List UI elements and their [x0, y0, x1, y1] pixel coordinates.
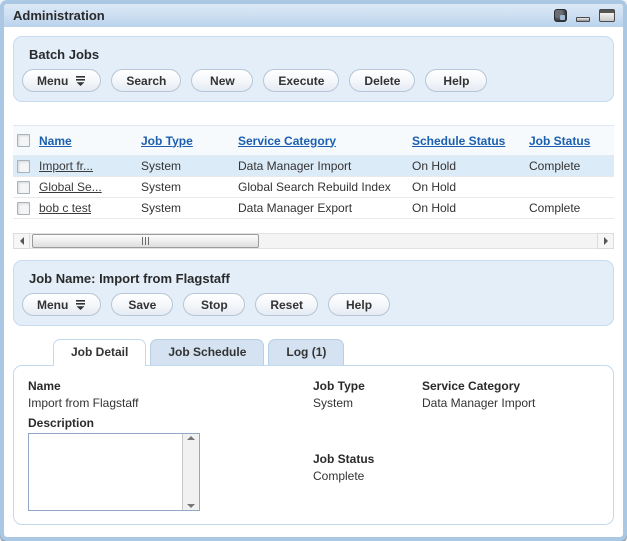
- stop-button[interactable]: Stop: [183, 293, 245, 316]
- batch-jobs-title: Batch Jobs: [29, 47, 605, 62]
- scroll-down-icon[interactable]: [187, 504, 195, 508]
- batch-jobs-panel: Batch Jobs Menu Search New Execute Delet…: [13, 36, 614, 102]
- titlebar: Administration: [4, 4, 623, 27]
- job-type-label: Job Type: [313, 379, 408, 393]
- window-content: Batch Jobs Menu Search New Execute Delet…: [4, 27, 623, 525]
- help-button[interactable]: Help: [328, 293, 390, 316]
- menu-button-label: Menu: [37, 74, 68, 88]
- service-category-cell: Global Search Rebuild Index: [238, 180, 412, 194]
- table-row[interactable]: Import fr... System Data Manager Import …: [13, 156, 614, 177]
- scroll-up-icon[interactable]: [187, 436, 195, 440]
- job-type-cell: System: [141, 159, 238, 173]
- table-header-row: Name Job Type Service Category Schedule …: [13, 125, 614, 156]
- job-type-value: System: [313, 396, 408, 410]
- job-type-cell: System: [141, 180, 238, 194]
- administration-window: Administration Batch Jobs Menu Search: [0, 0, 627, 541]
- schedule-status-cell: On Hold: [412, 180, 529, 194]
- name-value: Import from Flagstaff: [28, 396, 313, 410]
- column-header-job-type[interactable]: Job Type: [141, 134, 193, 148]
- scrollbar-thumb[interactable]: [32, 234, 259, 248]
- tab-job-detail[interactable]: Job Detail: [53, 339, 146, 366]
- window-title: Administration: [13, 8, 554, 23]
- search-button[interactable]: Search: [111, 69, 181, 92]
- service-category-label: Service Category: [422, 379, 599, 393]
- schedule-status-cell: On Hold: [412, 159, 529, 173]
- delete-button[interactable]: Delete: [349, 69, 415, 92]
- minimize-icon[interactable]: [576, 17, 590, 22]
- detail-column-right: Service Category Data Manager Import: [422, 379, 599, 511]
- help-button[interactable]: Help: [425, 69, 487, 92]
- job-status-cell: Complete: [529, 159, 614, 173]
- job-status-label: Job Status: [313, 452, 408, 466]
- execute-button[interactable]: Execute: [263, 69, 339, 92]
- maximize-icon[interactable]: [599, 9, 615, 22]
- description-textarea[interactable]: [28, 433, 200, 511]
- textarea-scrollbar[interactable]: [182, 434, 199, 510]
- job-name-title: Job Name: Import from Flagstaff: [29, 271, 605, 286]
- menu-dropdown-icon: [75, 300, 86, 310]
- scroll-right-icon: [604, 237, 608, 245]
- description-text[interactable]: [29, 434, 182, 510]
- detail-tabs: Job Detail Job Schedule Log (1): [53, 339, 614, 365]
- scrollbar-track[interactable]: [30, 233, 597, 249]
- table-filler: [13, 219, 614, 228]
- row-checkbox[interactable]: [17, 202, 30, 215]
- job-status-cell: Complete: [529, 201, 614, 215]
- service-category-cell: Data Manager Export: [238, 201, 412, 215]
- menu-button-label: Menu: [37, 298, 68, 312]
- horizontal-scrollbar[interactable]: [13, 233, 614, 249]
- job-type-cell: System: [141, 201, 238, 215]
- detail-column-middle: Job Type System Job Status Complete: [313, 379, 408, 511]
- row-checkbox[interactable]: [17, 181, 30, 194]
- scroll-right-button[interactable]: [597, 233, 614, 249]
- column-header-service-category[interactable]: Service Category: [238, 134, 336, 148]
- tab-job-schedule[interactable]: Job Schedule: [150, 339, 264, 365]
- job-name-panel: Job Name: Import from Flagstaff Menu Sav…: [13, 260, 614, 326]
- menu-button[interactable]: Menu: [22, 293, 101, 316]
- job-toolbar: Menu Save Stop Reset Help: [22, 293, 605, 316]
- scroll-left-button[interactable]: [13, 233, 30, 249]
- table-row[interactable]: bob c test System Data Manager Export On…: [13, 198, 614, 219]
- column-header-schedule-status[interactable]: Schedule Status: [412, 134, 505, 148]
- table-row[interactable]: Global Se... System Global Search Rebuil…: [13, 177, 614, 198]
- service-category-cell: Data Manager Import: [238, 159, 412, 173]
- jobs-table: Name Job Type Service Category Schedule …: [13, 125, 614, 249]
- row-checkbox[interactable]: [17, 160, 30, 173]
- column-header-job-status[interactable]: Job Status: [529, 134, 590, 148]
- schedule-status-cell: On Hold: [412, 201, 529, 215]
- description-label: Description: [28, 416, 313, 430]
- job-name-link[interactable]: bob c test: [39, 201, 91, 215]
- detach-window-icon[interactable]: [554, 9, 567, 22]
- menu-dropdown-icon: [75, 76, 86, 86]
- reset-button[interactable]: Reset: [255, 293, 318, 316]
- column-header-name[interactable]: Name: [39, 134, 72, 148]
- name-label: Name: [28, 379, 313, 393]
- job-name-link[interactable]: Import fr...: [39, 159, 93, 173]
- scrollbar-grip-icon: [141, 237, 150, 245]
- batch-jobs-toolbar: Menu Search New Execute Delete Help: [22, 69, 605, 92]
- job-detail-panel: Name Import from Flagstaff Description J…: [13, 365, 614, 525]
- service-category-value: Data Manager Import: [422, 396, 599, 410]
- scroll-left-icon: [20, 237, 24, 245]
- job-name-link[interactable]: Global Se...: [39, 180, 102, 194]
- save-button[interactable]: Save: [111, 293, 173, 316]
- menu-button[interactable]: Menu: [22, 69, 101, 92]
- job-status-value: Complete: [313, 469, 408, 483]
- new-button[interactable]: New: [191, 69, 253, 92]
- select-all-checkbox[interactable]: [17, 134, 30, 147]
- detail-column-left: Name Import from Flagstaff Description: [28, 379, 313, 511]
- tab-log[interactable]: Log (1): [268, 339, 344, 365]
